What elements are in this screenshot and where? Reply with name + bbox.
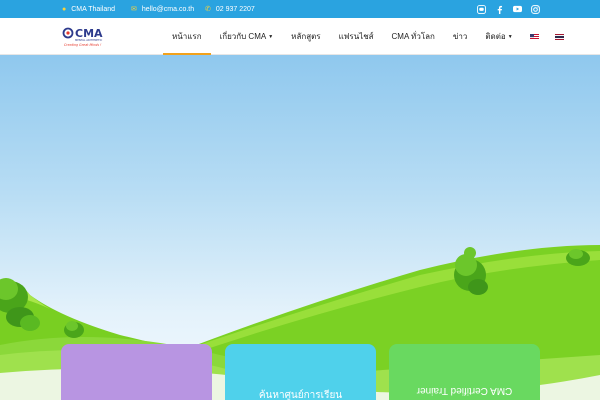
feature-card-certified-trainer[interactable]: CMA Certified Trainer [389,344,540,400]
nav-label: แฟรนไชส์ [338,32,374,41]
nav-label: หลักสูตร [291,32,321,41]
email-text[interactable]: hello@cma.co.th [142,6,194,13]
phone-text[interactable]: 02 937 2207 [216,6,255,13]
nav-label: หน้าแรก [172,32,202,41]
feature-card-find-center[interactable]: ค้นหาศูนย์การเรียน [225,344,376,400]
thai-flag-icon[interactable] [554,33,564,40]
location-text: CMA Thailand [71,5,116,13]
card-title: ค้นหาศูนย์การเรียน [258,390,343,400]
nav-item-home[interactable]: หน้าแรก [163,18,211,55]
nav-item-news[interactable]: ข่าว [444,18,476,55]
main-navbar: CMA MENTAL ARITHMETIC Creating Great Min… [0,18,600,55]
nav-item-franchise[interactable]: แฟรนไชส์ [330,18,383,55]
feature-card-1[interactable] [61,344,212,400]
nav-item-worldwide[interactable]: CMA ทั่วโลก [383,18,444,55]
line-icon[interactable] [477,4,486,14]
nav-label: ข่าว [452,32,468,41]
nav-item-about[interactable]: เกี่ยวกับ CMA ▼ [211,18,283,55]
card-title: CMA Certified Trainer [416,385,513,396]
nav-item-contact[interactable]: ติดต่อ ▼ [476,18,521,55]
social-links [477,0,540,18]
instagram-icon[interactable] [531,4,540,14]
envelope-icon: ✉ [131,6,137,13]
facebook-icon[interactable] [495,5,504,14]
chevron-down-icon: ▼ [507,33,513,40]
nav-label: CMA ทั่วโลก [391,32,435,41]
location-info: ● CMA Thailand [62,0,115,18]
svg-text:Creating Great Minds !: Creating Great Minds ! [64,43,102,47]
phone-icon: ✆ [205,6,211,13]
chevron-down-icon: ▼ [268,33,274,40]
nav-menu: หน้าแรก เกี่ยวกับ CMA ▼ หลักสูตร แฟรนไชส… [163,18,572,55]
english-flag-icon[interactable] [529,33,539,40]
cma-logo[interactable]: CMA MENTAL ARITHMETIC Creating Great Min… [62,26,124,48]
phone-link[interactable]: ✆ 02 937 2207 [205,0,255,18]
svg-text:MENTAL ARITHMETIC: MENTAL ARITHMETIC [75,38,102,42]
nav-item-courses[interactable]: หลักสูตร [282,18,329,55]
youtube-icon[interactable] [513,5,522,14]
email-link[interactable]: ✉ hello@cma.co.th [131,0,194,18]
nav-label: ติดต่อ [485,32,506,41]
top-bar: ● CMA Thailand ✉ hello@cma.co.th ✆ 02 93… [0,0,600,18]
nav-label: เกี่ยวกับ CMA [219,32,267,41]
map-pin-icon: ● [62,5,67,13]
